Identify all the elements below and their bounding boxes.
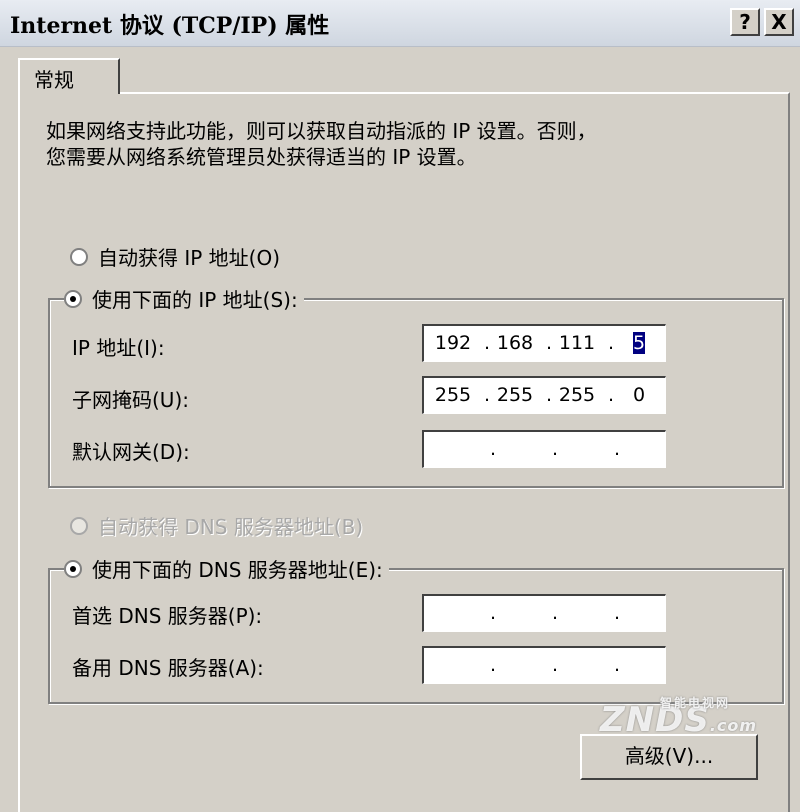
advanced-button[interactable]: 高级(V)... [580, 734, 758, 780]
help-button[interactable]: ? [730, 8, 760, 36]
ip-octet-4: 5 [632, 332, 646, 354]
watermark-suffix: .com [709, 716, 758, 735]
ip-dot: . [546, 332, 553, 354]
manual-dns-option[interactable]: 使用下面的 DNS 服务器地址(E): [64, 554, 389, 583]
mask-dot: . [546, 384, 553, 406]
manual-dns-radio[interactable] [64, 559, 82, 578]
gateway-dot: . [490, 438, 497, 460]
mask-dot: . [484, 384, 491, 406]
dns2-dot: . [614, 654, 621, 676]
dns1-dot: . [552, 602, 559, 624]
manual-dns-group [48, 568, 784, 704]
dns1-dot: . [614, 602, 621, 624]
ip-octet-4-wrap: 5 [616, 332, 662, 354]
auto-dns-label: 自动获得 DNS 服务器地址(B) [98, 515, 364, 539]
znds-watermark-logo: ZNDS.com 智能电视网 [600, 696, 758, 740]
watermark-tagline: 智能电视网 [660, 696, 731, 710]
alternate-dns-label: 备用 DNS 服务器(A): [72, 656, 264, 680]
auto-ip-option[interactable]: 自动获得 IP 地址(O) [70, 242, 280, 271]
alternate-dns-input[interactable]: . . . [422, 646, 666, 684]
tab-general[interactable]: 常规 [18, 58, 120, 94]
tab-general-label: 常规 [34, 68, 74, 92]
mask-octet-1: 255 [434, 384, 472, 406]
mask-dot: . [608, 384, 615, 406]
gateway-dot: . [552, 438, 559, 460]
dns2-dot: . [490, 654, 497, 676]
mask-octet-4: 0 [632, 384, 646, 406]
preferred-dns-input[interactable]: . . . [422, 594, 666, 632]
subnet-mask-label: 子网掩码(U): [72, 388, 189, 412]
manual-ip-label: 使用下面的 IP 地址(S): [92, 288, 298, 312]
gateway-label: 默认网关(D): [72, 440, 190, 464]
auto-ip-label: 自动获得 IP 地址(O) [98, 246, 281, 270]
close-button[interactable]: X [764, 8, 794, 36]
auto-dns-option[interactable]: 自动获得 DNS 服务器地址(B) [70, 511, 363, 540]
ip-octet-2: 168 [496, 332, 534, 354]
ip-octet-1: 192 [434, 332, 472, 354]
manual-ip-radio[interactable] [64, 289, 82, 308]
ip-dot: . [484, 332, 491, 354]
ip-address-input[interactable]: 192 . 168 . 111 . 5 [422, 324, 666, 362]
title-bar: Internet 协议 (TCP/IP) 属性 ? X [0, 0, 800, 47]
description-line-1: 如果网络支持此功能，则可以获取自动指派的 IP 设置。否则， [46, 119, 597, 143]
preferred-dns-label: 首选 DNS 服务器(P): [72, 604, 263, 628]
manual-dns-label: 使用下面的 DNS 服务器地址(E): [92, 558, 383, 582]
ip-octet-3: 111 [558, 332, 596, 354]
subnet-mask-input[interactable]: 255 . 255 . 255 . 0 [422, 376, 666, 414]
dns1-dot: . [490, 602, 497, 624]
description-text: 如果网络支持此功能，则可以获取自动指派的 IP 设置。否则， 您需要从网络系统管… [46, 118, 597, 170]
gateway-dot: . [614, 438, 621, 460]
manual-ip-option[interactable]: 使用下面的 IP 地址(S): [64, 284, 304, 313]
description-line-2: 您需要从网络系统管理员处获得适当的 IP 设置。 [46, 145, 477, 169]
ip-dot: . [608, 332, 615, 354]
auto-dns-radio[interactable] [70, 516, 88, 535]
auto-ip-radio[interactable] [70, 247, 88, 266]
dns2-dot: . [552, 654, 559, 676]
mask-octet-2: 255 [496, 384, 534, 406]
gateway-input[interactable]: . . . [422, 430, 666, 468]
window-title: Internet 协议 (TCP/IP) 属性 [10, 13, 330, 39]
ip-address-label: IP 地址(I): [72, 336, 165, 360]
mask-octet-3: 255 [558, 384, 596, 406]
